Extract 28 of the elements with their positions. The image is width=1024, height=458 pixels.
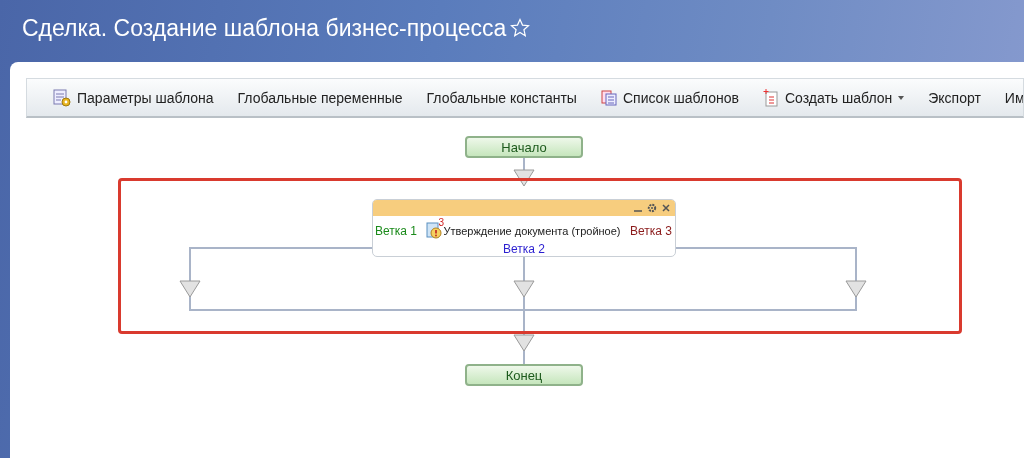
branch-label[interactable]: Ветка 3 — [630, 223, 672, 238]
star-icon[interactable] — [510, 18, 531, 38]
toolbar-button[interactable]: Им — [992, 79, 1023, 116]
branch-label[interactable]: Ветка 1 — [375, 223, 417, 238]
count-label: 3 — [438, 217, 445, 228]
caret-icon — [898, 95, 905, 100]
triangle-marker — [845, 280, 867, 298]
toolbar-button[interactable]: Создать шаблон — [750, 79, 917, 116]
start-node[interactable]: Начало — [465, 136, 583, 158]
toolbar-button[interactable]: Параметры шаблона — [41, 79, 226, 116]
settings-icon — [53, 88, 71, 107]
end-node[interactable]: Конец — [465, 364, 583, 386]
branch-label[interactable]: Ветка 2 — [503, 242, 545, 256]
list-icon — [600, 89, 617, 106]
toolbar-button[interactable]: Список шаблонов — [588, 79, 751, 116]
triangle-marker — [513, 169, 535, 187]
triangle-marker — [513, 280, 535, 298]
triangle-marker — [179, 280, 201, 298]
toolbar-button[interactable]: Экспорт — [916, 79, 993, 116]
toolbar-button[interactable]: Глобальные переменные — [225, 79, 415, 116]
triangle-marker — [513, 334, 535, 352]
new-document-icon — [762, 88, 779, 107]
activity-block[interactable]: Ветка 1 3 Утверждение документа (тройное) Ветка 3 Ветка 2 — [372, 199, 676, 257]
settings-icon[interactable] — [647, 203, 657, 213]
close-icon[interactable] — [662, 204, 670, 212]
toolbar-button[interactable]: Глобальные константы — [414, 79, 589, 116]
activity-title: Утверждение документа (тройное) — [443, 224, 621, 237]
page-title: Сделка. Создание шаблона бизнес-процесса — [22, 14, 507, 42]
